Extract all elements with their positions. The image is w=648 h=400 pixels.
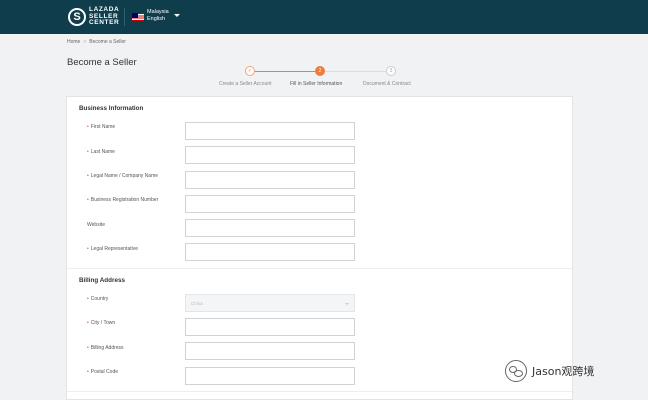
country-label: • Country — [87, 296, 108, 302]
required-marker: • — [87, 173, 89, 179]
chevron-down-icon — [345, 303, 349, 305]
country-label-text: Country — [90, 296, 109, 302]
registration-number-label-text: Business Registration Number — [90, 197, 159, 203]
last-name-label-text: Last Name — [90, 149, 115, 155]
step-2-indicator: 2 — [315, 66, 325, 76]
first-name-label-text: First Name — [90, 124, 116, 130]
breadcrumb: Home > Become a Seller — [67, 39, 126, 45]
chevron-down-icon[interactable] — [174, 14, 180, 17]
required-marker: • — [87, 246, 89, 252]
step-1-check-icon: ✓ — [245, 66, 255, 76]
breadcrumb-current: Become a Seller — [89, 39, 126, 45]
postal-code-input[interactable] — [185, 367, 355, 385]
required-marker: • — [87, 369, 89, 375]
country-label: Malaysia — [147, 9, 169, 15]
website-label: Website — [87, 222, 105, 228]
step-3-label: Document & Contract — [363, 81, 411, 87]
company-name-input[interactable] — [185, 171, 355, 189]
breadcrumb-separator: > — [83, 39, 87, 45]
wechat-icon — [505, 360, 527, 382]
registration-number-label: • Business Registration Number — [87, 197, 158, 203]
legal-representative-input[interactable] — [185, 243, 355, 261]
website-input[interactable] — [185, 219, 355, 237]
watermark-text: Jason观跨境 — [532, 365, 595, 378]
company-name-label-text: Legal Name / Company Name — [90, 173, 159, 179]
required-marker: • — [87, 320, 89, 326]
top-bar: S LAZADA SELLER CENTER Malaysia English — [0, 0, 648, 34]
last-name-input[interactable] — [185, 146, 355, 164]
header-divider — [124, 8, 125, 26]
required-marker: • — [87, 124, 89, 130]
step-3-indicator: 3 — [386, 66, 396, 76]
page-title: Become a Seller — [67, 57, 137, 68]
postal-code-label: • Postal Code — [87, 369, 118, 375]
language-label: English — [147, 16, 166, 22]
required-marker: • — [87, 149, 89, 155]
country-select[interactable]: China — [185, 294, 355, 312]
city-label: • City / Town — [87, 320, 115, 326]
malaysia-flag-icon[interactable] — [132, 13, 144, 21]
legal-representative-label-text: Legal Representative — [90, 246, 139, 252]
billing-address-label: • Billing Address — [87, 345, 124, 351]
seller-info-form: Business Information • First Name • Last N… — [66, 96, 573, 400]
brand-logo-text[interactable]: LAZADA SELLER CENTER — [89, 6, 120, 27]
city-label-text: City / Town — [90, 320, 116, 326]
country-select-value: China — [191, 301, 203, 306]
lazada-logo-icon[interactable]: S — [68, 8, 86, 26]
section-divider — [67, 391, 572, 392]
registration-number-input[interactable] — [185, 195, 355, 213]
watermark: Jason观跨境 — [505, 360, 594, 382]
step-2-label: Fill in Seller Information — [290, 81, 343, 87]
brand-line-3: CENTER — [89, 19, 120, 26]
billing-address-label-text: Billing Address — [90, 345, 124, 351]
stepper-line-pending — [325, 71, 386, 72]
business-info-heading: Business Information — [79, 105, 144, 112]
country-language-selector[interactable]: Malaysia English — [147, 9, 169, 23]
step-1-label: Create a Seller Account — [219, 81, 272, 87]
billing-address-input[interactable] — [185, 342, 355, 360]
first-name-label: • First Name — [87, 124, 115, 130]
postal-code-label-text: Postal Code — [90, 369, 119, 375]
stepper-line-complete — [255, 71, 315, 72]
city-input[interactable] — [185, 318, 355, 336]
company-name-label: • Legal Name / Company Name — [87, 173, 158, 179]
section-divider — [67, 268, 572, 269]
last-name-label: • Last Name — [87, 149, 115, 155]
website-label-text: Website — [87, 222, 105, 228]
breadcrumb-home-link[interactable]: Home — [67, 39, 80, 45]
billing-address-heading: Billing Address — [79, 277, 125, 284]
legal-representative-label: • Legal Representative — [87, 246, 138, 252]
required-marker: • — [87, 296, 89, 302]
first-name-input[interactable] — [185, 122, 355, 140]
required-marker: • — [87, 345, 89, 351]
required-marker: • — [87, 197, 89, 203]
